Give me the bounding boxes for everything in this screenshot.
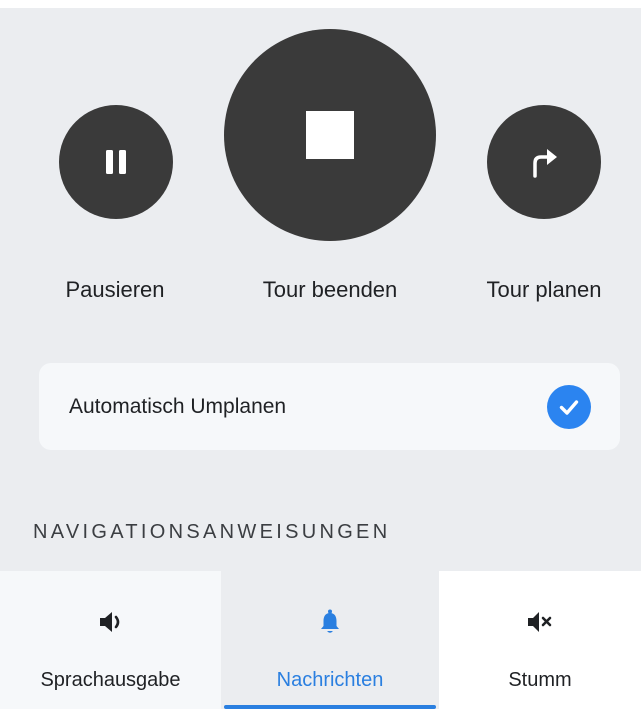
option-mute-label: Stumm: [508, 669, 572, 691]
stop-tour-button[interactable]: [224, 29, 436, 241]
turn-right-arrow-icon: [533, 149, 557, 178]
auto-replan-toggle[interactable]: Automatisch Umplanen: [39, 363, 620, 450]
auto-replan-checkbox[interactable]: [547, 384, 591, 429]
mute-icon: [526, 608, 554, 636]
option-voice-output[interactable]: Sprachausgabe: [0, 571, 221, 709]
speaker-icon: [97, 608, 125, 636]
selected-indicator: [224, 705, 436, 709]
pause-button[interactable]: [59, 105, 173, 219]
plan-tour-button[interactable]: [487, 105, 601, 219]
option-notifications-label: Nachrichten: [276, 669, 384, 691]
stop-tour-label: Tour beenden: [262, 277, 398, 302]
navigation-mode-selector: Sprachausgabe Nachrichten Stumm: [0, 571, 641, 709]
navigation-instructions-heading: NAVIGATIONSANWEISUNGEN: [33, 521, 391, 543]
plan-tour-label: Tour planen: [486, 277, 602, 302]
checkmark-icon: [559, 399, 579, 415]
pause-icon: [106, 150, 126, 174]
auto-replan-label: Automatisch Umplanen: [69, 394, 287, 418]
stop-icon: [306, 111, 354, 159]
option-notifications[interactable]: Nachrichten: [221, 571, 439, 709]
pause-label: Pausieren: [65, 277, 165, 302]
top-strip: [0, 0, 641, 8]
option-mute[interactable]: Stumm: [439, 571, 641, 709]
bell-icon: [316, 608, 344, 636]
option-voice-output-label: Sprachausgabe: [40, 669, 181, 691]
